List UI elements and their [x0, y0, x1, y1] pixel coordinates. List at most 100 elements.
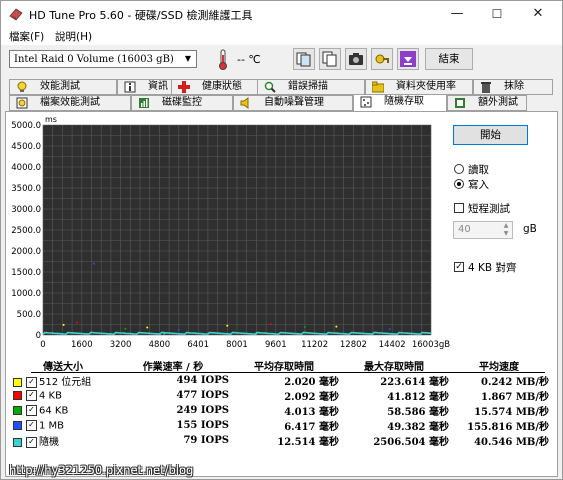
size-cell: ✓ 4 KB	[9, 388, 117, 403]
series-color-swatch	[13, 420, 22, 430]
series-color-swatch	[13, 405, 22, 415]
read-radio[interactable]	[454, 164, 464, 174]
short-test-checkbox[interactable]	[454, 203, 464, 213]
size-label: 512 位元組	[39, 377, 92, 388]
write-radio[interactable]	[454, 179, 464, 189]
chart-y-tick-label: 2000.0	[11, 247, 41, 257]
app-window: HD Tune Pro 5.60 - 硬碟/SSD 檢測維護工具 — ☐ ✕ 檔…	[0, 0, 563, 480]
spin-down-icon[interactable]: ▼	[500, 230, 512, 238]
ops-cell: 249 IOPS	[176, 405, 230, 416]
results-header-row: 傳送大小 作業速率 / 秒 平均存取時間 最大存取時間 平均速度	[9, 357, 549, 373]
align-4kb-label: 4 KB 對齊	[468, 262, 517, 274]
chart-point	[303, 326, 306, 329]
size-cell: ✓ 64 KB	[9, 403, 117, 418]
chart-y-tick-label: 1500.0	[11, 268, 41, 278]
chart-point	[410, 332, 413, 335]
ops-cell: 155 IOPS	[176, 420, 230, 431]
col-header-ops: 作業速率 / 秒	[142, 361, 204, 373]
chart-x-tick-label: 1600	[71, 340, 93, 350]
chart-point	[255, 332, 258, 335]
series-checkbox[interactable]: ✓	[26, 419, 37, 431]
chart-point	[56, 332, 59, 335]
chart-y-tick-label: 5000.0	[11, 121, 41, 131]
series-checkbox[interactable]: ✓	[26, 376, 37, 388]
speed-cell: 0.242 MB/秒	[481, 377, 549, 388]
chart-y-tick-label: 3500.0	[11, 184, 41, 194]
chart-point	[388, 328, 391, 331]
ops-cell: 477 IOPS	[176, 390, 230, 401]
series-checkbox[interactable]: ✓	[26, 389, 37, 401]
avg-cell: 2.020 毫秒	[284, 377, 339, 388]
read-label: 讀取	[468, 164, 489, 176]
table-row: ✓ 64 KB 249 IOPS 4.013 毫秒 58.586 毫秒 15.574 MB…	[9, 403, 549, 418]
chart-point	[177, 328, 180, 331]
ops-cell: 79 IOPS	[183, 435, 229, 446]
max-cell: 58.586 毫秒	[387, 407, 449, 418]
chart-x-tick-label: 4800	[149, 340, 171, 350]
chart-point	[269, 323, 272, 326]
table-row: ✓ 512 位元組 494 IOPS 2.020 毫秒 223.614 毫秒 0.242 …	[9, 373, 549, 388]
chart-ylabel: ms	[45, 115, 57, 124]
size-cell: ✓ 1 MB	[9, 418, 117, 433]
chart-x-tick-label: 0	[40, 340, 45, 350]
short-test-label: 短程測試	[468, 203, 510, 215]
series-checkbox[interactable]: ✓	[26, 404, 37, 416]
chart-x-tick-label: 3200	[110, 340, 132, 350]
chart-point	[146, 326, 149, 329]
chart-point	[226, 324, 229, 327]
table-row: ✓ 隨機 79 IOPS 12.514 毫秒 2506.504 毫秒 40.546 MB/…	[9, 433, 549, 448]
size-unit: gB	[523, 223, 537, 235]
series-color-swatch	[13, 377, 22, 387]
size-label: 隨機	[39, 437, 59, 448]
col-header-max: 最大存取時間	[364, 361, 424, 373]
results-table: 傳送大小 作業速率 / 秒 平均存取時間 最大存取時間 平均速度 ✓ 512 位元…	[9, 357, 549, 448]
size-label: 4 KB	[39, 390, 62, 402]
chart-x-tick-label: 16003gB	[412, 340, 450, 350]
align-4kb-checkbox[interactable]: ✓	[454, 262, 464, 272]
chart-point	[92, 262, 95, 265]
speed-cell: 155.816 MB/秒	[467, 422, 549, 433]
start-button[interactable]: 開始	[453, 125, 528, 145]
chart-y-tick-label: 4000.0	[11, 163, 41, 173]
max-cell: 2506.504 毫秒	[373, 437, 449, 448]
chart-y-tick-label: 3000.0	[11, 205, 41, 215]
chart-x-tick-label: 12802	[340, 340, 367, 350]
write-label: 寫入	[468, 179, 489, 191]
blog-watermark: http://hy321250.pixnet.net/blog	[9, 463, 194, 477]
col-header-speed: 平均速度	[479, 361, 519, 373]
chart-point	[163, 332, 166, 335]
spin-up-icon[interactable]: ▲	[500, 222, 512, 230]
chart-x-tick-label: 14402	[379, 340, 406, 350]
series-color-swatch	[13, 390, 22, 400]
avg-cell: 2.092 毫秒	[284, 392, 339, 403]
max-cell: 223.614 毫秒	[380, 377, 449, 388]
size-input[interactable]: 40 ▲ ▼	[453, 221, 513, 239]
speed-cell: 1.867 MB/秒	[481, 392, 549, 403]
size-cell: ✓ 512 位元組	[9, 373, 117, 388]
chart-point	[124, 327, 127, 330]
size-cell: ✓ 隨機	[9, 433, 117, 448]
chart-y-tick-label: 500.0	[17, 310, 41, 320]
avg-cell: 12.514 毫秒	[277, 437, 339, 448]
chart-x-tick-label: 9601	[265, 340, 287, 350]
avg-cell: 4.013 毫秒	[284, 407, 339, 418]
size-value: 40	[458, 224, 471, 235]
series-color-swatch	[13, 437, 22, 447]
table-row: ✓ 1 MB 155 IOPS 6.417 毫秒 49.382 毫秒 155.816 MB…	[9, 418, 549, 433]
max-cell: 41.812 毫秒	[387, 392, 449, 403]
chart-point	[335, 325, 338, 328]
table-row: ✓ 4 KB 477 IOPS 2.092 毫秒 41.812 毫秒 1.867 MB/秒	[9, 388, 549, 403]
ops-cell: 494 IOPS	[176, 375, 230, 386]
speed-cell: 15.574 MB/秒	[474, 407, 549, 418]
chart-point	[62, 323, 65, 326]
chart-x-tick-label: 8001	[226, 340, 248, 350]
size-label: 1 MB	[39, 420, 65, 432]
series-checkbox[interactable]: ✓	[26, 436, 37, 448]
chart-y-tick-label: 2500.0	[11, 226, 41, 236]
chart-x-tick-label: 6401	[187, 340, 209, 350]
chart-point	[75, 321, 78, 324]
col-header-avg: 平均存取時間	[254, 361, 314, 373]
chart-x-tick-label: 11202	[301, 340, 328, 350]
col-header-size: 傳送大小	[43, 361, 83, 373]
table-header-divider	[31, 372, 545, 373]
